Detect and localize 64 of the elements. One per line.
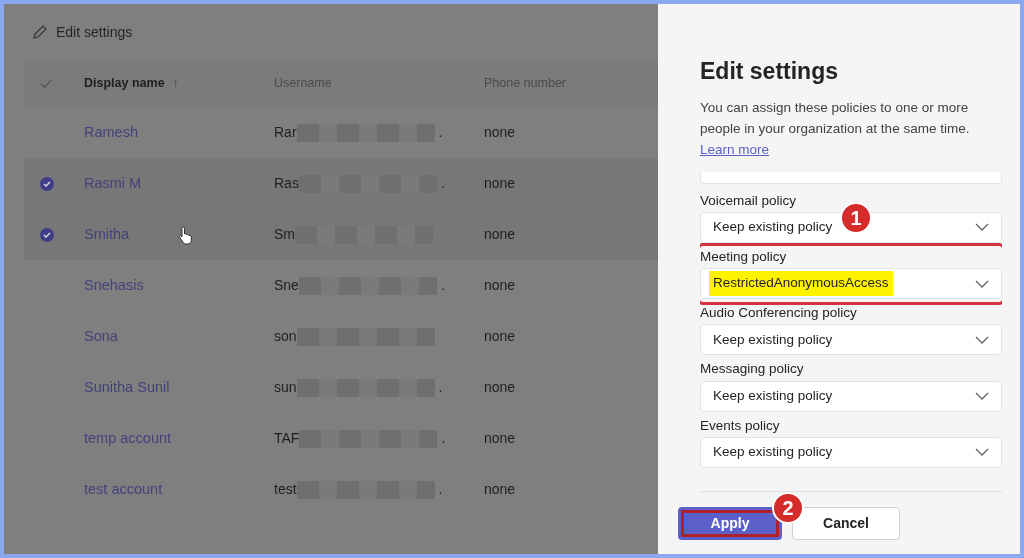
chevron-down-icon <box>975 279 989 288</box>
username-text: Sm <box>274 225 295 244</box>
field-label: Messaging policy <box>700 360 804 379</box>
dropdown-field[interactable] <box>700 171 1002 184</box>
chevron-down-icon <box>975 392 989 400</box>
field-label: Events policy <box>700 416 780 435</box>
cancel-button[interactable]: Cancel <box>792 506 900 540</box>
chevron-down-icon <box>975 448 989 457</box>
username-text: . <box>441 429 446 448</box>
policy-dropdown[interactable]: Keep existing policy <box>700 324 1002 356</box>
username-text: test <box>274 480 297 499</box>
phone-number-cell-text: none <box>484 174 517 193</box>
learn-more-link[interactable]: Learn more <box>700 141 770 157</box>
hand-cursor-icon <box>178 225 194 246</box>
table-row[interactable]: Ramesh Rar . none <box>24 107 658 158</box>
username-text: son <box>274 327 297 346</box>
description-text: You can assign these policies to one or more people in your organization at the same time. <box>700 99 970 136</box>
username-text: . <box>440 276 445 295</box>
table-row[interactable]: Sona son none <box>24 311 658 362</box>
policy-dropdown[interactable]: RestrictedAnonymousAccess <box>700 268 1002 299</box>
username-text: sun <box>274 378 297 397</box>
panel-title: Edit settings <box>700 57 839 86</box>
field-label: Meeting policy <box>700 247 787 266</box>
table-row[interactable]: test account test . none <box>24 464 658 515</box>
display-name-link[interactable]: Ramesh <box>84 121 274 144</box>
chevron-down-icon <box>975 335 989 344</box>
policy-dropdown[interactable]: Keep existing policy <box>700 436 1002 468</box>
table-row[interactable]: temp account TAF . none <box>24 413 658 464</box>
policy-dropdown[interactable]: Keep existing policy <box>700 380 1002 412</box>
username-text: Ras <box>274 174 299 193</box>
apply-button[interactable]: Apply <box>678 506 782 540</box>
username-text: . <box>440 174 445 193</box>
chevron-down-icon <box>975 223 989 232</box>
step-badge: 2 <box>772 492 804 524</box>
phone-number-cell-text: none <box>484 378 517 397</box>
field-label: Audio Conferencing policy <box>700 304 857 322</box>
step-badge: 1 <box>840 201 872 234</box>
username-text: Sne <box>274 276 299 295</box>
username-text: . <box>438 480 443 499</box>
checked-circle-icon[interactable] <box>40 228 54 243</box>
table-row[interactable]: Snehasis Sne . none <box>24 260 658 311</box>
display-name-link[interactable]: Snehasis <box>84 274 274 297</box>
phone-number-cell-text: none <box>484 327 517 346</box>
display-name-link[interactable]: temp account <box>84 427 274 450</box>
phone-number-cell-text: none <box>484 480 517 499</box>
username-text: TAF <box>274 429 300 448</box>
username-text: Rar <box>274 123 297 142</box>
checked-circle-icon[interactable] <box>40 177 54 192</box>
phone-number-cell-text: none <box>484 225 517 244</box>
column-header[interactable]: Display name <box>84 74 165 93</box>
phone-number-cell-text: none <box>484 429 517 448</box>
pencil-icon <box>32 24 48 40</box>
field-label: Voicemail policy <box>700 191 797 210</box>
display-name-link[interactable]: Sunitha Sunil <box>84 376 274 399</box>
username-text: . <box>438 123 443 142</box>
check-icon[interactable] <box>40 78 52 89</box>
table-row[interactable]: Sunitha Sunil sun . none <box>24 362 658 413</box>
phone-number-cell-text: none <box>484 123 517 142</box>
phone-number-cell-text: none <box>484 276 517 295</box>
username-text: . <box>438 378 443 397</box>
sort-arrow[interactable]: ↑ <box>172 74 179 93</box>
display-name-link[interactable]: test account <box>84 478 274 501</box>
display-name-link[interactable]: Sona <box>84 325 274 348</box>
edit-settings-button[interactable]: Edit settings <box>56 21 133 43</box>
